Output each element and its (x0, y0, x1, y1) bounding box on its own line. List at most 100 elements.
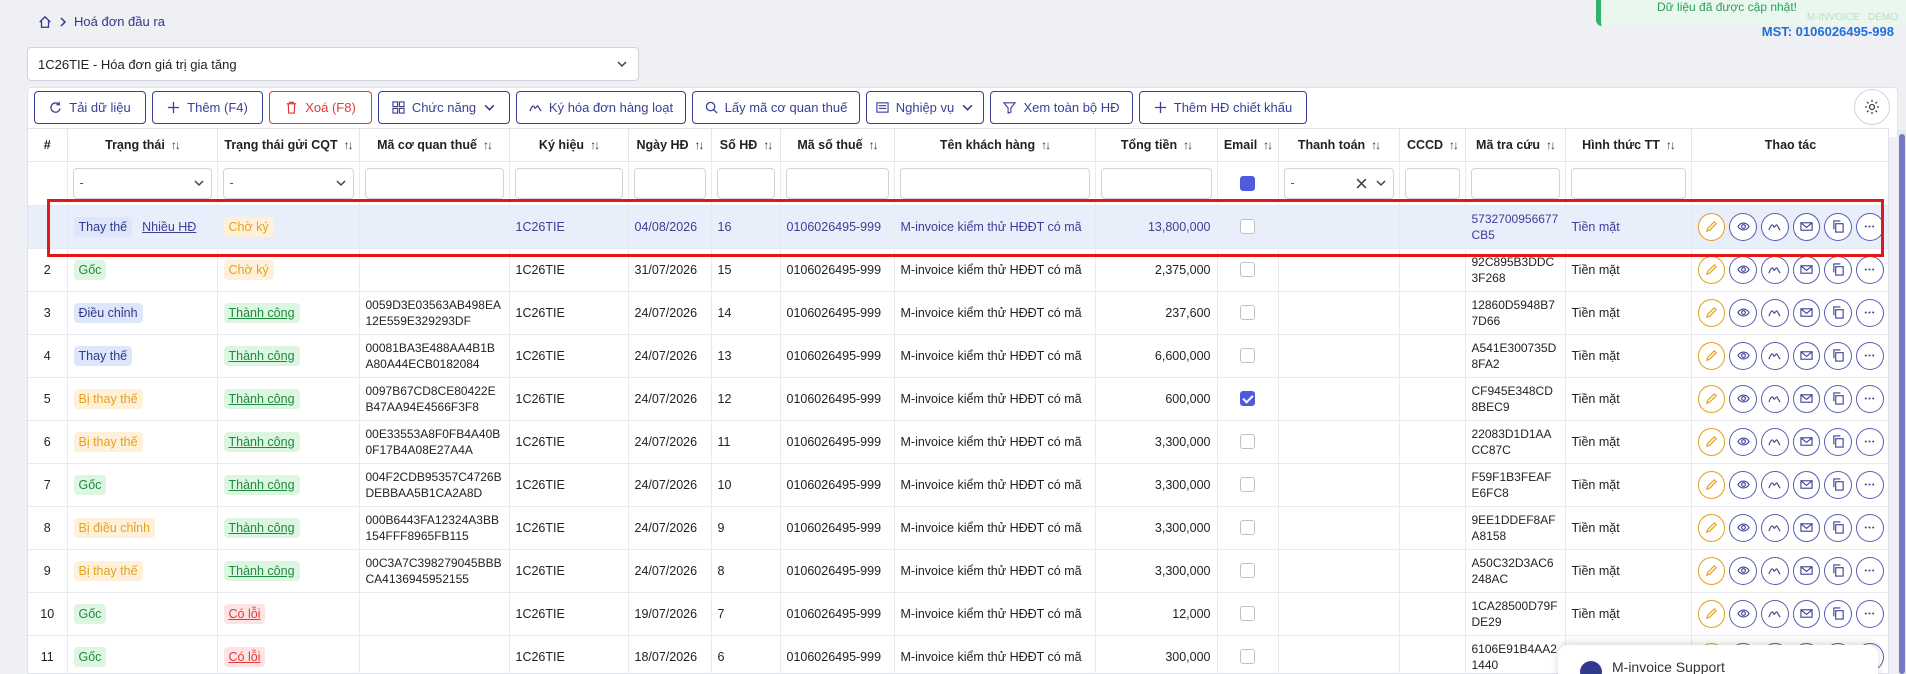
cqt-status-badge[interactable]: Thành công (223, 560, 300, 581)
edit-button[interactable] (1697, 341, 1726, 370)
col-cqt-status[interactable]: Trạng thái gửi CQT ↑↓ (217, 129, 360, 162)
payment-method-filter[interactable] (1570, 167, 1686, 199)
email-checkbox[interactable] (1240, 348, 1255, 364)
mst-filter[interactable] (785, 167, 889, 199)
edit-button[interactable] (1697, 255, 1726, 284)
signature-button[interactable] (1760, 384, 1789, 413)
cqt-status-badge[interactable]: Chờ ký (223, 259, 274, 280)
cqt-status-badge[interactable]: Thành công (223, 345, 300, 366)
sort-icon[interactable]: ↑↓ (763, 138, 773, 152)
eye-button[interactable] (1729, 599, 1757, 628)
col-customer[interactable]: Tên khách hàng ↑↓ (894, 129, 1096, 162)
edit-button[interactable] (1697, 513, 1726, 542)
more-button[interactable] (1855, 341, 1884, 370)
col-series[interactable]: Ký hiệu ↑↓ (509, 129, 629, 162)
table-row[interactable]: 8 Bị điều chỉnh Thành công 000B6443FA123… (28, 506, 1888, 550)
sort-icon[interactable]: ↑↓ (171, 138, 181, 152)
view-all-button[interactable]: Xem toàn bộ HĐ (990, 91, 1133, 124)
scrollbar-thumb[interactable] (1899, 134, 1905, 674)
sort-icon[interactable]: ↑↓ (590, 138, 600, 152)
more-button[interactable] (1855, 384, 1884, 413)
email-checkbox[interactable] (1240, 262, 1255, 278)
copy-button[interactable] (1824, 556, 1852, 585)
mail-button[interactable] (1792, 470, 1821, 499)
eye-button[interactable] (1729, 513, 1757, 542)
table-row[interactable]: 5 Bị thay thế Thành công 0097B67CD8CE804… (28, 377, 1888, 421)
add-discount-button[interactable]: Thêm HĐ chiết khấu (1139, 91, 1307, 124)
col-cccd[interactable]: CCCD ↑↓ (1399, 129, 1466, 162)
more-button[interactable] (1855, 513, 1884, 542)
copy-button[interactable] (1824, 341, 1852, 370)
cqt-status-badge[interactable]: Có lỗi (223, 603, 266, 624)
col-tax-code[interactable]: Mã cơ quan thuế ↑↓ (359, 129, 510, 162)
get-tax-code-button[interactable]: Lấy mã cơ quan thuế (692, 91, 860, 124)
operations-dropdown[interactable]: Nghiệp vụ (866, 91, 984, 124)
copy-button[interactable] (1824, 255, 1852, 284)
col-payment-method[interactable]: Hình thức TT ↑↓ (1565, 129, 1692, 162)
mail-button[interactable] (1792, 427, 1821, 456)
email-checkbox[interactable] (1240, 563, 1255, 579)
email-checkbox[interactable] (1240, 520, 1255, 536)
more-button[interactable] (1855, 298, 1884, 327)
email-checkbox[interactable] (1240, 649, 1255, 665)
status-filter[interactable]: - (72, 167, 212, 199)
edit-button[interactable] (1697, 384, 1726, 413)
home-icon[interactable] (38, 15, 52, 29)
settings-button[interactable] (1854, 89, 1890, 125)
signature-button[interactable] (1760, 470, 1789, 499)
cccd-filter[interactable] (1404, 167, 1460, 199)
mail-button[interactable] (1792, 599, 1821, 628)
signature-button[interactable] (1760, 255, 1789, 284)
cqt-status-filter[interactable]: - (222, 167, 354, 199)
col-payment[interactable]: Thanh toán ↑↓ (1278, 129, 1400, 162)
mail-button[interactable] (1792, 298, 1821, 327)
eye-button[interactable] (1729, 255, 1757, 284)
table-row[interactable]: 9 Bị thay thế Thành công 00C3A7C39827904… (28, 549, 1888, 593)
sort-icon[interactable]: ↑↓ (1041, 138, 1051, 152)
edit-button[interactable] (1697, 470, 1726, 499)
eye-button[interactable] (1729, 384, 1757, 413)
sort-icon[interactable]: ↑↓ (344, 138, 354, 152)
col-total[interactable]: Tổng tiền ↑↓ (1095, 129, 1218, 162)
col-email[interactable]: Email ↑↓ (1217, 129, 1279, 162)
series-filter[interactable] (514, 167, 623, 199)
table-row[interactable]: 3 Điều chỉnh Thành công 0059D3E03563AB49… (28, 291, 1888, 335)
cqt-status-badge[interactable]: Có lỗi (223, 646, 266, 667)
more-button[interactable] (1855, 470, 1884, 499)
payment-filter[interactable]: - (1283, 167, 1394, 199)
email-checkbox[interactable] (1240, 434, 1255, 450)
signature-button[interactable] (1760, 513, 1789, 542)
cqt-status-badge[interactable]: Thành công (223, 474, 300, 495)
more-button[interactable] (1855, 427, 1884, 456)
cqt-status-badge[interactable]: Thành công (223, 302, 300, 323)
sort-icon[interactable]: ↑↓ (1546, 138, 1556, 152)
mail-button[interactable] (1792, 384, 1821, 413)
copy-button[interactable] (1824, 599, 1852, 628)
batch-sign-button[interactable]: Ký hóa đơn hàng loạt (516, 91, 686, 124)
total-filter[interactable] (1100, 167, 1212, 199)
reload-button[interactable]: Tải dữ liệu (34, 91, 146, 124)
copy-button[interactable] (1824, 513, 1852, 542)
sort-icon[interactable]: ↑↓ (869, 138, 879, 152)
signature-button[interactable] (1760, 556, 1789, 585)
edit-button[interactable] (1697, 556, 1726, 585)
tax-code-filter[interactable] (364, 167, 504, 199)
email-checkbox[interactable] (1240, 305, 1255, 321)
eye-button[interactable] (1729, 298, 1757, 327)
invoice-series-select[interactable]: 1C26TIE - Hóa đơn giá trị gia tăng (27, 47, 639, 81)
email-filter-checkbox[interactable] (1240, 175, 1255, 191)
mail-button[interactable] (1792, 341, 1821, 370)
table-row[interactable]: 4 Thay thế Thành công 00081BA3E488AA4B1B… (28, 334, 1888, 378)
more-button[interactable] (1855, 255, 1884, 284)
sort-icon[interactable]: ↑↓ (1183, 138, 1193, 152)
functions-dropdown[interactable]: Chức năng (378, 91, 510, 124)
cqt-status-badge[interactable]: Thành công (223, 388, 300, 409)
table-row[interactable]: 6 Bị thay thế Thành công 00E33553A8F0FB4… (28, 420, 1888, 464)
email-checkbox[interactable] (1240, 477, 1255, 493)
more-button[interactable] (1855, 556, 1884, 585)
signature-button[interactable] (1760, 427, 1789, 456)
vertical-scrollbar[interactable] (1898, 130, 1906, 674)
eye-button[interactable] (1729, 556, 1757, 585)
table-row[interactable]: 7 Gốc Thành công 004F2CDB95357C4726BDEBB… (28, 463, 1888, 507)
number-filter[interactable] (716, 167, 775, 199)
